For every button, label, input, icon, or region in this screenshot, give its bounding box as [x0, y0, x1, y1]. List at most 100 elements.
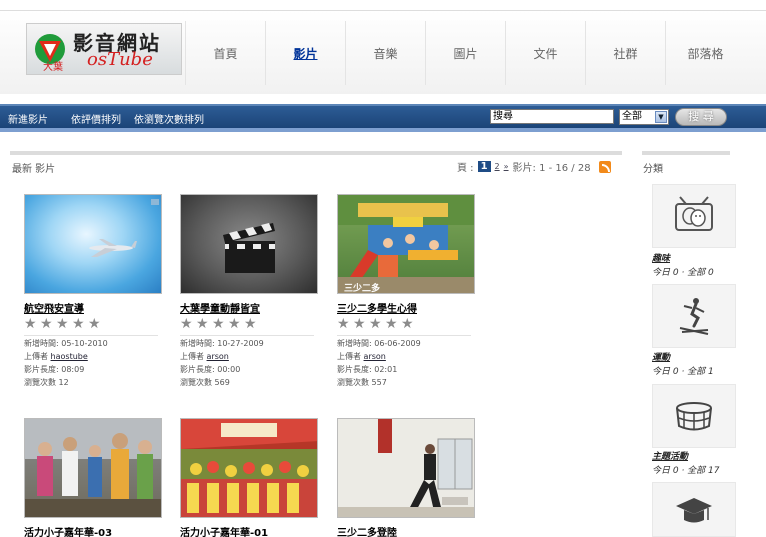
star-icon[interactable]: ★ [401, 317, 416, 331]
star-icon[interactable]: ★ [337, 317, 352, 331]
playground-photo: 三少二多 [338, 195, 474, 293]
divider [180, 335, 314, 336]
link-sort-rating[interactable]: 依評價排列 [71, 111, 121, 126]
divider [24, 335, 158, 336]
video-date: 新增時間: 10-27-2009 [180, 339, 264, 348]
link-new-videos[interactable]: 新進影片 [8, 111, 48, 126]
section-title: 最新 影片 [12, 164, 56, 175]
uploader-link[interactable]: haostube [51, 352, 88, 361]
uploader-label: 上傳者 [337, 352, 361, 361]
toolbar-divider [0, 128, 766, 132]
rating-stars[interactable]: ★ ★ ★ ★ ★ [337, 317, 417, 331]
uploader-link[interactable]: arson [207, 352, 229, 361]
video-card: 三少二多 三少二多學生心得 ★ ★ ★ ★ ★ 新增時間: 06-06-2009… [337, 194, 475, 387]
nav-documents[interactable]: 文件 [505, 21, 585, 85]
star-icon[interactable]: ★ [385, 317, 400, 331]
stadium-icon [676, 402, 712, 431]
video-date: 新增時間: 06-06-2009 [337, 339, 421, 348]
video-card: 大葉學童動靜皆宜 ★ ★ ★ ★ ★ 新增時間: 10-27-2009 上傳者 … [180, 194, 318, 387]
star-icon[interactable]: ★ [24, 317, 39, 331]
divider [337, 335, 471, 336]
skier-icon [679, 298, 709, 335]
video-title[interactable]: 三少二多學生心得 [337, 300, 417, 315]
video-uploader: 上傳者 arson [180, 351, 229, 362]
search-button[interactable]: 搜 尋 [675, 108, 727, 126]
video-length: 影片長度: 00:00 [180, 365, 241, 374]
chevron-down-icon: ▼ [655, 111, 667, 123]
theater-masks-tv-icon [675, 196, 713, 231]
link-sort-views[interactable]: 依瀏覽次數排列 [134, 111, 204, 126]
category-count-sports: 今日 0 · 全部 1 [652, 367, 714, 377]
star-icon[interactable]: ★ [353, 317, 368, 331]
video-title[interactable]: 三少二多登陸 [337, 524, 397, 537]
category-thumbnail-fun[interactable] [652, 184, 736, 248]
video-card: 三少二多登陸 [337, 418, 475, 537]
nav-blog[interactable]: 部落格 [665, 21, 745, 85]
category-thumbnail-events[interactable] [652, 384, 736, 448]
video-views: 瀏覽次數 12 [24, 378, 69, 387]
category-select[interactable]: 全部 ▼ [619, 109, 669, 125]
star-icon[interactable]: ★ [244, 317, 259, 331]
video-uploader: 上傳者 arson [337, 351, 386, 362]
video-title[interactable]: 活力小子嘉年華-03 [24, 524, 112, 537]
video-thumbnail[interactable]: 三少二多 [337, 194, 475, 294]
nav-images[interactable]: 圖片 [425, 21, 505, 85]
video-views: 瀏覽次數 557 [337, 378, 387, 387]
star-icon[interactable]: ★ [88, 317, 103, 331]
rss-icon[interactable] [598, 160, 611, 173]
video-uploader: 上傳者 haostube [24, 351, 88, 362]
page-current: 1 [477, 161, 491, 172]
star-icon[interactable]: ★ [369, 317, 384, 331]
site-logo[interactable]: 影音網站 osTube 大葉 [26, 23, 182, 75]
video-card: 航空飛安宣導 ★ ★ ★ ★ ★ 新增時間: 05-10-2010 上傳者 ha… [24, 194, 162, 387]
video-length: 影片長度: 08:09 [24, 365, 85, 374]
video-range: 影片: 1 - 16 / 28 [512, 163, 591, 174]
uploader-label: 上傳者 [180, 352, 204, 361]
sidebar-title: 分類 [643, 164, 663, 175]
nav-community[interactable]: 社群 [585, 21, 665, 85]
logo-subtitle: osTube [87, 49, 153, 70]
video-thumbnail[interactable] [24, 418, 162, 518]
stage-photo [338, 419, 474, 517]
crowd-photo [25, 419, 161, 517]
category-link-events[interactable]: 主題活動 [652, 449, 688, 462]
rating-stars[interactable]: ★ ★ ★ ★ ★ [180, 317, 260, 331]
star-icon[interactable]: ★ [72, 317, 87, 331]
nav-music[interactable]: 音樂 [345, 21, 425, 85]
section-divider [10, 151, 622, 155]
video-thumbnail[interactable] [24, 194, 162, 294]
star-icon[interactable]: ★ [212, 317, 227, 331]
star-icon[interactable]: ★ [228, 317, 243, 331]
uploader-label: 上傳者 [24, 352, 48, 361]
video-title[interactable]: 大葉學童動靜皆宜 [180, 300, 260, 315]
video-thumbnail[interactable] [180, 418, 318, 518]
site-header: 影音網站 osTube 大葉 首頁 影片 音樂 圖片 文件 社群 部落格 [0, 10, 766, 94]
uploader-link[interactable]: arson [364, 352, 386, 361]
clapperboard-icon [223, 223, 275, 273]
category-select-value: 全部 [622, 111, 642, 122]
search-input[interactable]: 搜尋 [490, 109, 614, 124]
video-thumbnail[interactable] [337, 418, 475, 518]
star-icon[interactable]: ★ [180, 317, 195, 331]
nav-videos[interactable]: 影片 [265, 21, 345, 85]
star-icon[interactable]: ★ [40, 317, 55, 331]
video-card: 活力小子嘉年華-01 [180, 418, 318, 537]
category-link-sports[interactable]: 運動 [652, 350, 670, 363]
star-icon[interactable]: ★ [196, 317, 211, 331]
category-count-events: 今日 0 · 全部 17 [652, 466, 720, 476]
video-card: 活力小子嘉年華-03 [24, 418, 162, 537]
rating-stars[interactable]: ★ ★ ★ ★ ★ [24, 317, 104, 331]
page-link-2[interactable]: 2 [495, 162, 500, 171]
star-icon[interactable]: ★ [56, 317, 71, 331]
page-label: 頁 : [457, 163, 474, 174]
video-date: 新增時間: 05-10-2010 [24, 339, 108, 348]
video-title[interactable]: 航空飛安宣導 [24, 300, 84, 315]
category-link-fun[interactable]: 趣味 [652, 251, 670, 264]
logo-small-text: 大葉 [43, 62, 63, 73]
category-thumbnail-education[interactable] [652, 482, 736, 537]
nav-home[interactable]: 首頁 [185, 21, 265, 85]
video-title[interactable]: 活力小子嘉年華-01 [180, 524, 268, 537]
video-thumbnail[interactable] [180, 194, 318, 294]
page-next[interactable]: » [504, 162, 509, 171]
category-thumbnail-sports[interactable] [652, 284, 736, 348]
